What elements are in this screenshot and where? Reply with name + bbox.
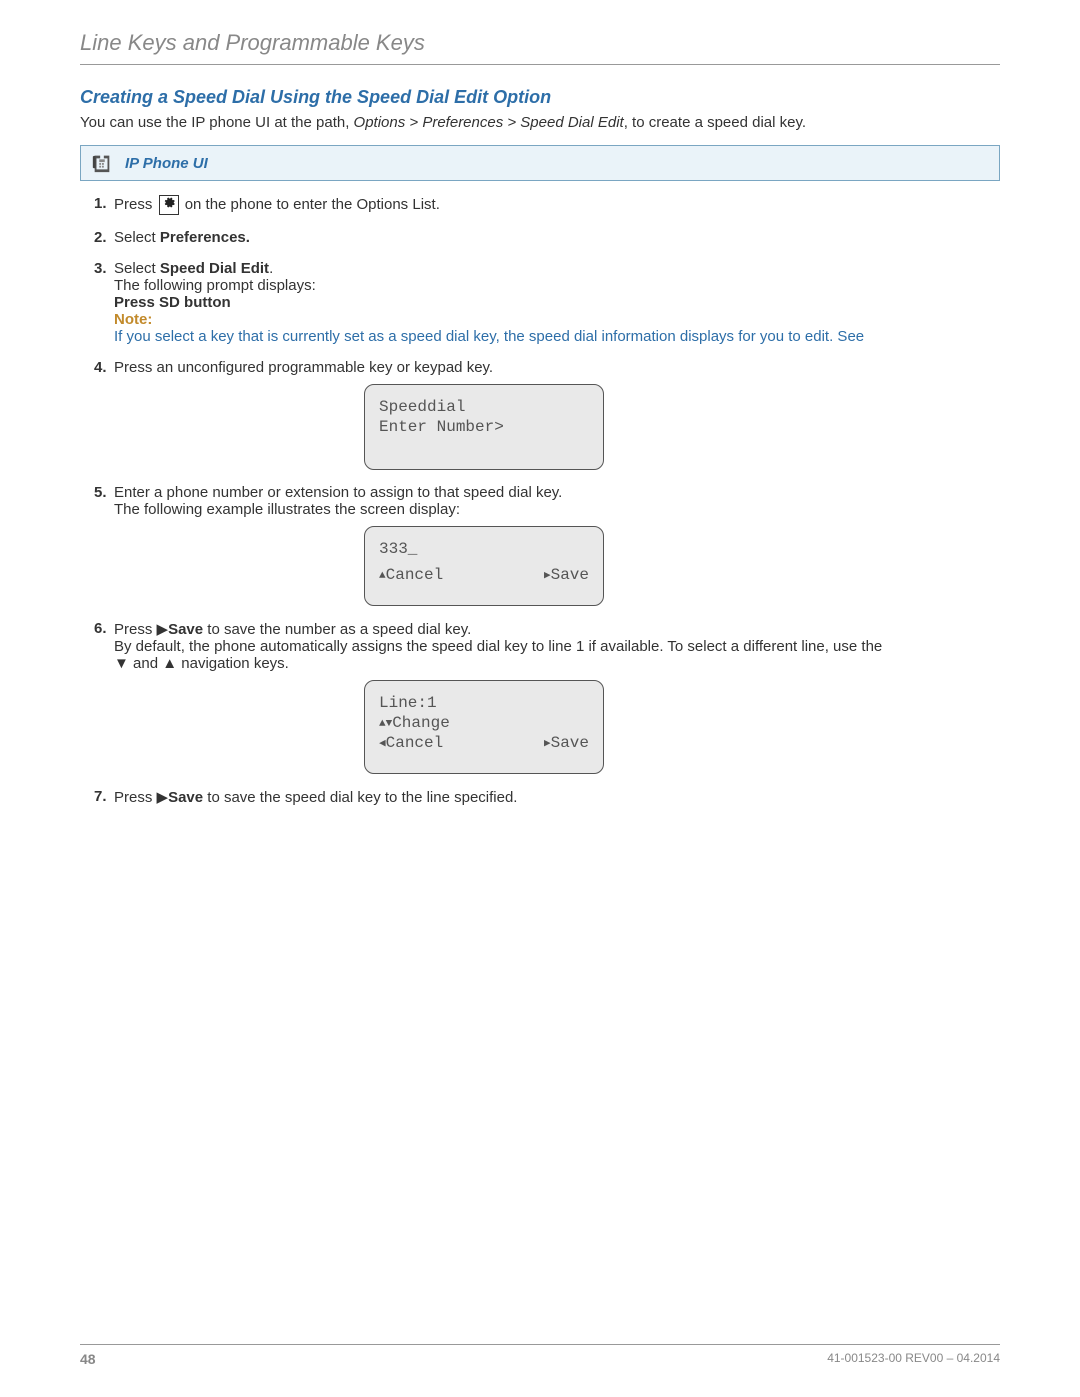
text: .	[269, 260, 273, 277]
triangle-up-down-icon: ▲▼	[379, 718, 392, 732]
lcd-line: Line:1	[379, 693, 589, 713]
step-number: 4.	[94, 359, 107, 376]
triangle-right-icon: ▶	[544, 570, 551, 584]
triangle-right-icon: ▶	[544, 738, 551, 752]
step-3: 3. Select Speed Dial Edit. The following…	[94, 260, 1000, 345]
note-text: If you select a key that is currently se…	[114, 328, 1000, 345]
text-bold: Save	[168, 789, 203, 806]
step-5: 5. Enter a phone number or extension to …	[94, 484, 1000, 606]
text: The following example illustrates the sc…	[114, 501, 460, 518]
step-7: 7. Press ▶Save to save the speed dial ke…	[94, 788, 1000, 806]
lcd-softkey-row: ◀Cancel ▶Save	[379, 733, 589, 753]
text: Press an unconfigured programmable key o…	[114, 359, 493, 376]
text: Press	[114, 789, 157, 806]
text-bold: Speed Dial Edit	[160, 260, 269, 277]
text: Press	[114, 621, 157, 638]
step-6: 6. Press ▶Save to save the number as a s…	[94, 620, 1000, 774]
softkey-save: Save	[551, 734, 589, 752]
footer: 48 41-001523-00 REV00 – 04.2014	[80, 1344, 1000, 1367]
step-2: 2. Select Preferences.	[94, 229, 1000, 246]
text: The following prompt displays:	[114, 277, 316, 294]
lcd-screen-2: 333_ ▲Cancel ▶Save	[364, 526, 604, 606]
softkey-cancel: Cancel	[386, 734, 444, 752]
steps-list: 1. Press on the phone to enter the Optio…	[94, 195, 1000, 806]
step-number: 2.	[94, 229, 107, 246]
triangle-up-icon: ▲	[379, 570, 386, 584]
text: navigation keys.	[177, 655, 289, 672]
text: to save the number as a speed dial key.	[203, 621, 471, 638]
play-icon: ▶	[157, 789, 169, 806]
text: Select	[114, 229, 160, 246]
text: Press	[114, 196, 157, 213]
softkey-save: Save	[551, 566, 589, 584]
prompt-text: Press SD button	[114, 294, 1000, 311]
step-number: 1.	[94, 195, 107, 212]
play-icon: ▶	[157, 621, 169, 638]
lcd-line: Speeddial	[379, 397, 589, 417]
text: on the phone to enter the Options List.	[185, 196, 440, 213]
text: and	[129, 655, 162, 672]
text: Select	[114, 260, 160, 277]
note-block: Press SD button Note: If you select a ke…	[114, 294, 1000, 345]
phone-icon	[91, 152, 113, 174]
triangle-left-icon: ◀	[379, 738, 386, 752]
softkey-change: Change	[392, 714, 450, 732]
softkey-cancel: Cancel	[386, 566, 444, 584]
text: Enter a phone number or extension to ass…	[114, 484, 562, 501]
page: Line Keys and Programmable Keys Creating…	[0, 0, 1080, 1397]
menu-path: Options > Preferences > Speed Dial Edit	[354, 114, 624, 131]
text: to save the speed dial key to the line s…	[203, 789, 517, 806]
lcd-line: Enter Number>	[379, 417, 589, 437]
ip-phone-ui-callout: IP Phone UI	[80, 145, 1000, 181]
step-number: 5.	[94, 484, 107, 501]
ip-phone-ui-label: IP Phone UI	[125, 155, 208, 172]
text: You can use the IP phone UI at the path,	[80, 114, 354, 131]
triangle-down-icon: ▼	[114, 655, 129, 672]
section-title: Line Keys and Programmable Keys	[80, 30, 1000, 56]
options-key-icon	[159, 195, 179, 215]
lcd-screen-3: Line:1 ▲▼Change ◀Cancel ▶Save	[364, 680, 604, 774]
step-number: 7.	[94, 788, 107, 805]
step-number: 3.	[94, 260, 107, 277]
text-bold: Preferences.	[160, 229, 250, 246]
page-number: 48	[80, 1351, 96, 1367]
step-4: 4. Press an unconfigured programmable ke…	[94, 359, 1000, 470]
rule	[80, 64, 1000, 65]
lcd-screen-1: Speeddial Enter Number>	[364, 384, 604, 470]
text: By default, the phone automatically assi…	[114, 638, 882, 655]
doc-id: 41-001523-00 REV00 – 04.2014	[827, 1351, 1000, 1367]
heading: Creating a Speed Dial Using the Speed Di…	[80, 87, 1000, 108]
text-bold: Save	[168, 621, 203, 638]
text: , to create a speed dial key.	[624, 114, 806, 131]
lcd-softkey-row: ▲Cancel ▶Save	[379, 565, 589, 585]
triangle-up-icon: ▲	[162, 655, 177, 672]
lcd-line: 333_	[379, 539, 589, 559]
intro-text: You can use the IP phone UI at the path,…	[80, 114, 1000, 131]
note-label: Note:	[114, 311, 1000, 328]
step-number: 6.	[94, 620, 107, 637]
step-1: 1. Press on the phone to enter the Optio…	[94, 195, 1000, 215]
